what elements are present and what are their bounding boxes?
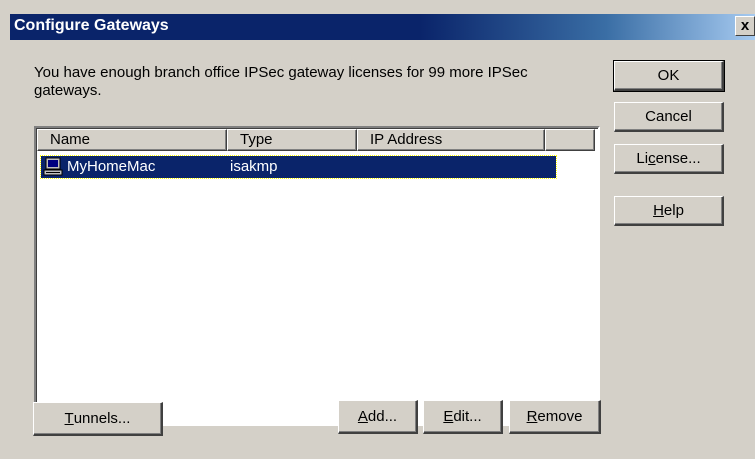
- column-header-filler: [545, 129, 595, 151]
- tunnels-label-accelerator: T: [64, 410, 74, 427]
- close-icon: x: [740, 17, 750, 34]
- list-item[interactable]: MyHomeMac isakmp: [40, 155, 557, 179]
- dialog-title: Configure Gateways: [14, 17, 169, 34]
- ok-button-label: OK: [657, 67, 680, 84]
- license-message: You have enough branch office IPSec gate…: [34, 64, 528, 99]
- gateway-name: MyHomeMac: [67, 158, 156, 175]
- add-button[interactable]: Add...: [338, 400, 418, 434]
- dialog-body: You have enough branch office IPSec gate…: [10, 40, 755, 459]
- column-header-ip-address[interactable]: IP Address: [357, 129, 545, 151]
- license-label-accelerator: c: [648, 150, 656, 167]
- list-header: Name Type IP Address: [37, 129, 595, 151]
- ok-button[interactable]: OK: [613, 60, 725, 92]
- tunnels-label-suffix: unnels...: [73, 410, 131, 427]
- add-label-accelerator: A: [357, 408, 368, 425]
- license-label-prefix: Li: [636, 150, 649, 167]
- gateway-type: isakmp: [230, 158, 278, 175]
- tunnels-button[interactable]: Tunnels...: [33, 402, 163, 436]
- column-header-type[interactable]: Type: [227, 129, 357, 151]
- help-label-suffix: elp: [663, 202, 684, 219]
- cancel-button[interactable]: Cancel: [614, 102, 724, 132]
- edit-label-suffix: dit...: [453, 408, 482, 425]
- computer-icon: [43, 157, 63, 176]
- edit-button[interactable]: Edit...: [423, 400, 503, 434]
- column-header-name[interactable]: Name: [37, 129, 227, 151]
- help-label-accelerator: H: [653, 202, 664, 219]
- gateways-list[interactable]: Name Type IP Address MyHomeMac isakmp: [34, 126, 600, 426]
- close-button[interactable]: x: [735, 16, 755, 36]
- license-button[interactable]: Li c ense...: [614, 144, 724, 174]
- remove-label-accelerator: R: [526, 408, 538, 425]
- cancel-button-label: Cancel: [645, 108, 692, 125]
- license-label-suffix: ense...: [655, 150, 701, 167]
- add-label-suffix: dd...: [367, 408, 398, 425]
- configure-gateways-dialog: Configure Gateways x You have enough bra…: [0, 0, 755, 459]
- help-button[interactable]: Help: [614, 196, 724, 226]
- title-bar[interactable]: Configure Gateways x: [10, 14, 755, 40]
- remove-button[interactable]: Remove: [509, 400, 601, 434]
- edit-label-accelerator: E: [443, 408, 454, 425]
- remove-label-suffix: emove: [537, 408, 583, 425]
